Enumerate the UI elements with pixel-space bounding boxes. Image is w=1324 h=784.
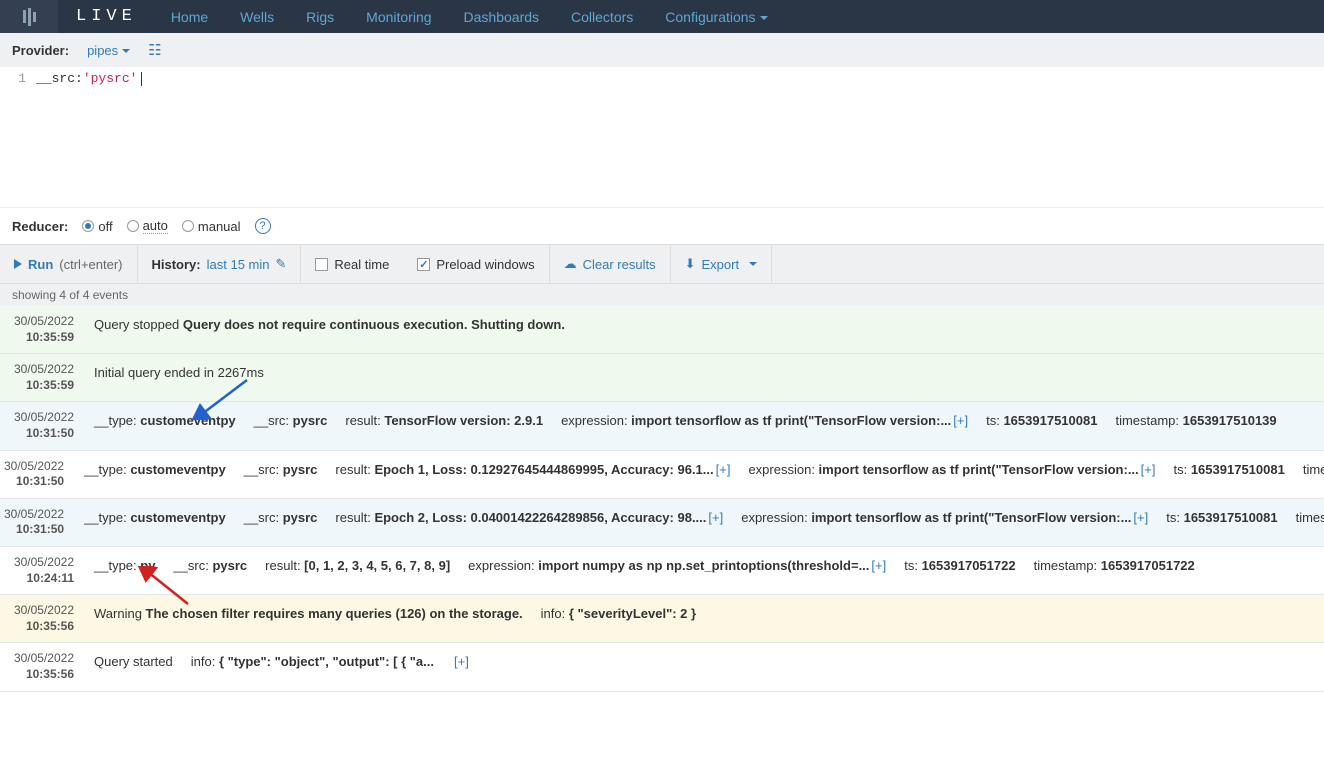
- nav-item-monitoring[interactable]: Monitoring: [350, 1, 447, 33]
- line-number: 1: [0, 71, 36, 86]
- event-row[interactable]: 30/05/202210:35:59Query stopped Query do…: [0, 306, 1324, 354]
- navbar: LIVE HomeWellsRigsMonitoringDashboardsCo…: [0, 0, 1324, 33]
- event-timestamp: 30/05/202210:35:59: [0, 354, 84, 401]
- run-button[interactable]: Run (ctrl+enter): [0, 245, 138, 283]
- help-icon[interactable]: ?: [255, 218, 271, 234]
- event-timestamp: 30/05/202210:35:59: [0, 306, 84, 353]
- brand-text: LIVE: [58, 7, 155, 26]
- blue-arrow-annotation: [192, 376, 252, 420]
- event-row[interactable]: 30/05/202210:35:56Query startedinfo: { "…: [0, 643, 1324, 691]
- event-body: Query stopped Query does not require con…: [84, 306, 1324, 353]
- status-bar: showing 4 of 4 events: [0, 284, 1324, 306]
- reducer-label: Reducer:: [12, 219, 68, 234]
- event-timestamp: 30/05/202210:35:56: [0, 643, 84, 690]
- event-timestamp: 30/05/202210:31:50: [0, 451, 74, 498]
- play-icon: [14, 259, 22, 269]
- provider-label: Provider:: [12, 43, 69, 58]
- nav-item-home[interactable]: Home: [155, 1, 224, 33]
- event-row[interactable]: 30/05/202210:31:50__type: customeventpy_…: [0, 499, 1324, 547]
- event-row[interactable]: 30/05/202210:31:50__type: customeventpy_…: [0, 451, 1324, 499]
- code-editor[interactable]: 1 __src:'pysrc': [0, 67, 1324, 207]
- realtime-checkbox[interactable]: Real time: [301, 245, 403, 283]
- event-timestamp: 30/05/202210:31:50: [0, 402, 84, 449]
- nav-item-collectors[interactable]: Collectors: [555, 1, 649, 33]
- reducer-manual-radio[interactable]: manual: [182, 219, 241, 234]
- expand-button[interactable]: [+]: [953, 413, 968, 428]
- event-body: __type: customeventpy__src: pysrcresult:…: [74, 499, 1324, 546]
- expand-button[interactable]: [+]: [716, 462, 731, 477]
- event-body: Warning The chosen filter requires many …: [84, 595, 1324, 642]
- expand-button[interactable]: [+]: [454, 654, 469, 669]
- export-button[interactable]: ⬇ Export: [671, 245, 772, 283]
- history-value[interactable]: last 15 min: [207, 257, 270, 272]
- event-row[interactable]: 30/05/202210:24:11__type: py__src: pysrc…: [0, 547, 1324, 595]
- event-body: Query startedinfo: { "type": "object", "…: [84, 643, 1324, 690]
- event-body: __type: py__src: pysrcresult: [0, 1, 2, …: [84, 547, 1324, 594]
- nav-item-wells[interactable]: Wells: [224, 1, 290, 33]
- events-list: 30/05/202210:35:59Query stopped Query do…: [0, 306, 1324, 692]
- event-row[interactable]: 30/05/202210:35:56Warning The chosen fil…: [0, 595, 1324, 643]
- expand-button[interactable]: [+]: [1141, 462, 1156, 477]
- edit-icon[interactable]: ✎: [276, 256, 287, 272]
- cloud-erase-icon: ☁: [564, 256, 577, 272]
- reducer-auto-radio[interactable]: auto: [127, 218, 168, 234]
- logo-icon[interactable]: [0, 0, 58, 33]
- clear-results-button[interactable]: ☁ Clear results: [549, 245, 671, 283]
- nav-item-configurations[interactable]: Configurations: [649, 1, 783, 33]
- expand-button[interactable]: [+]: [871, 558, 886, 573]
- provider-dropdown[interactable]: pipes: [87, 43, 130, 58]
- event-body: Initial query ended in 2267ms: [84, 354, 1324, 401]
- event-timestamp: 30/05/202210:35:56: [0, 595, 84, 642]
- provider-bar: Provider: pipes ☷: [0, 33, 1324, 67]
- event-body: __type: customeventpy__src: pysrcresult:…: [74, 451, 1324, 498]
- event-timestamp: 30/05/202210:24:11: [0, 547, 84, 594]
- reducer-bar: Reducer: off auto manual ?: [0, 207, 1324, 244]
- event-timestamp: 30/05/202210:31:50: [0, 499, 74, 546]
- download-icon: ⬇: [685, 256, 696, 272]
- event-body: __type: customeventpy__src: pysrcresult:…: [84, 402, 1324, 449]
- expand-button[interactable]: [+]: [1133, 510, 1148, 525]
- nav-item-rigs[interactable]: Rigs: [290, 1, 350, 33]
- document-icon[interactable]: ☷: [148, 41, 161, 59]
- history-section: History: last 15 min ✎: [138, 245, 302, 283]
- preload-checkbox[interactable]: Preload windows: [403, 245, 548, 283]
- toolbar: Run (ctrl+enter) History: last 15 min ✎ …: [0, 244, 1324, 284]
- red-arrow-annotation: [138, 566, 198, 610]
- nav-item-dashboards[interactable]: Dashboards: [448, 1, 556, 33]
- expand-button[interactable]: [+]: [708, 510, 723, 525]
- reducer-off-radio[interactable]: off: [82, 219, 112, 234]
